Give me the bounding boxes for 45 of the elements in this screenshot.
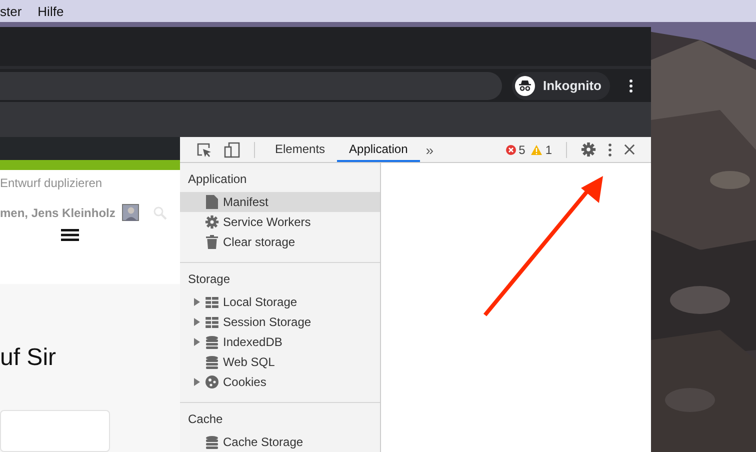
database-icon [205,436,219,448]
database-icon [205,356,219,368]
warning-count: 1 [545,142,552,156]
menu-icon[interactable] [61,229,79,242]
expand-arrow-icon[interactable] [194,318,200,326]
more-options-icon[interactable] [608,142,612,156]
more-tabs-button[interactable]: » [420,142,440,158]
trash-icon [205,235,219,249]
sidebar-item[interactable]: Cache Storage [180,432,380,452]
gear-icon [205,215,219,229]
warning-icon [531,144,542,154]
inspect-icon[interactable] [196,142,212,158]
sidebar-item[interactable]: Session Storage [180,312,380,332]
sidebar-item[interactable]: Clear storage [180,232,380,252]
database-icon [205,336,219,348]
expand-arrow-icon[interactable] [194,338,200,346]
sidebar-item[interactable]: Manifest [180,192,380,212]
sidebar-item[interactable]: Local Storage [180,292,380,312]
table-icon [205,296,219,308]
cookie-icon [205,375,219,389]
page-heading: uf Sir [0,344,58,372]
error-count: 5 [518,142,526,156]
menu-item[interactable]: ster [0,4,22,18]
expand-arrow-icon[interactable] [194,378,200,386]
sidebar-item[interactable]: IndexedDB [180,332,380,352]
section-title: Cache [187,411,224,428]
settings-icon[interactable] [581,142,596,157]
incognito-button[interactable]: Inkognito [512,72,610,100]
device-icon[interactable] [224,142,240,158]
incognito-icon [515,76,535,96]
expand-arrow-icon[interactable] [194,298,200,306]
sidebar-item[interactable]: Web SQL [180,352,380,372]
table-icon [205,316,219,328]
section-title: Storage [187,271,232,288]
section-title: Application [187,171,248,188]
sidebar-item[interactable]: Service Workers [180,212,380,232]
sidebar-item[interactable]: Cookies [180,372,380,392]
author-names: men, Jens Kleinholz [0,206,116,220]
close-icon[interactable] [624,144,635,155]
avatar-icon [122,204,140,222]
menu-item[interactable]: Hilfe [38,4,64,18]
devtools-tab[interactable]: Elements [263,137,338,162]
file-icon [205,195,219,209]
menu-icon[interactable] [628,78,632,92]
error-icon [506,144,516,154]
